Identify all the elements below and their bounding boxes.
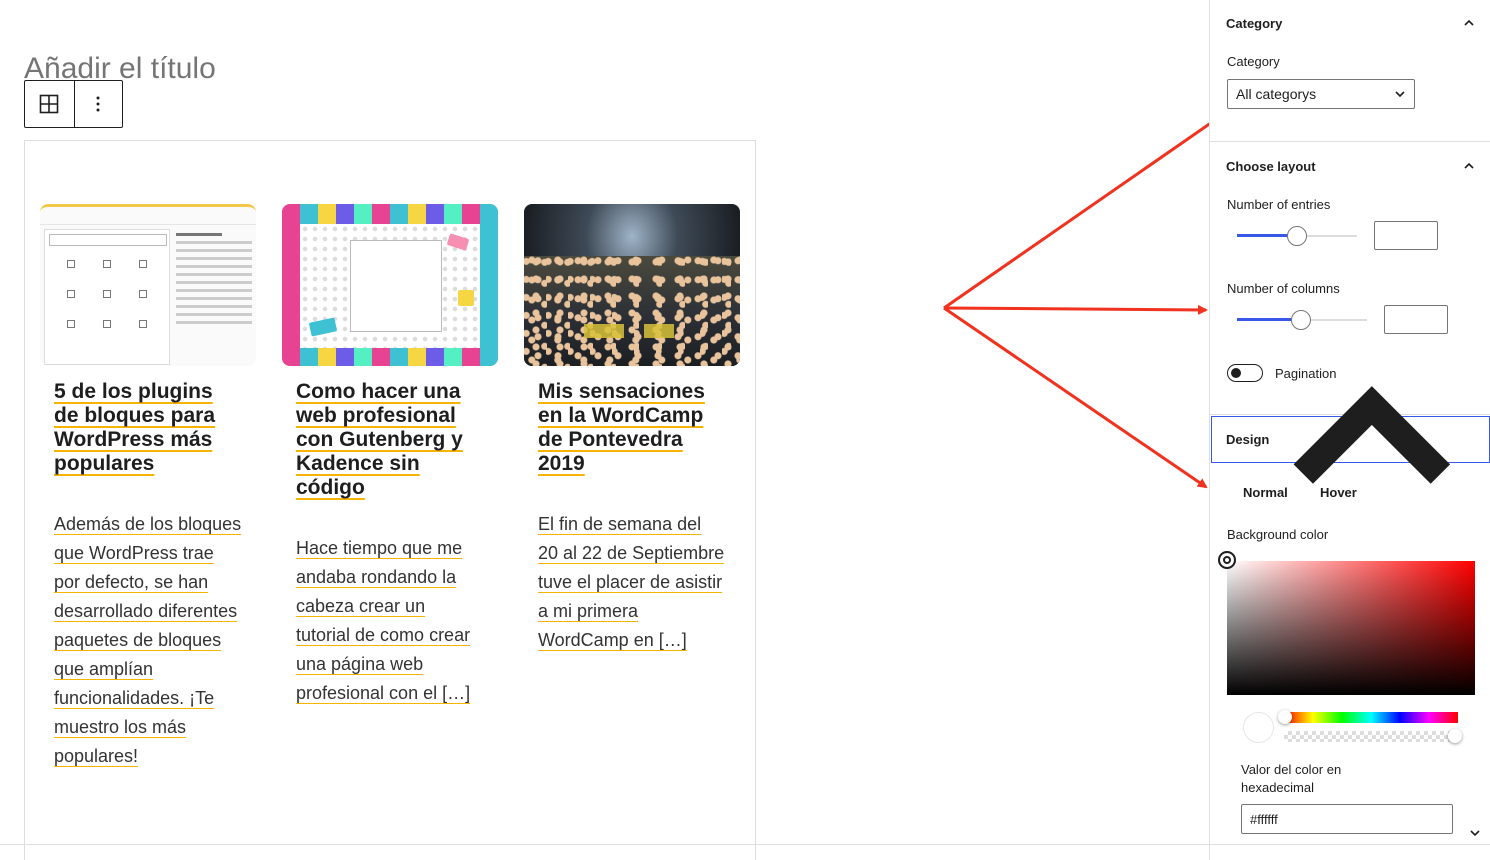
entries-label: Number of entries — [1227, 197, 1331, 212]
post-card[interactable]: Como hacer una web profesional con Guten… — [282, 204, 498, 708]
entries-number-input[interactable] — [1374, 221, 1438, 250]
arrow-to-design — [943, 306, 1208, 489]
post-excerpt[interactable]: El fin de semana del 20 al 22 de Septiem… — [538, 510, 726, 655]
columns-label: Number of columns — [1227, 281, 1340, 296]
category-field-label: Category — [1227, 54, 1280, 69]
layout-panel-toggle[interactable]: Choose layout — [1210, 151, 1490, 181]
post-card[interactable]: Mis sensaciones en la WordCamp de Pontev… — [524, 204, 740, 655]
post-title[interactable]: 5 de los plugins de bloques para WordPre… — [54, 380, 242, 476]
category-panel-title: Category — [1226, 15, 1283, 31]
pagination-toggle[interactable] — [1227, 364, 1263, 382]
arrow-to-category — [943, 116, 1220, 310]
chevron-up-icon — [1464, 19, 1474, 26]
block-toolbar — [24, 80, 123, 128]
hue-slider[interactable] — [1284, 712, 1458, 723]
post-thumbnail[interactable] — [524, 204, 740, 366]
grid-icon — [39, 94, 59, 114]
tab-hover[interactable]: Hover — [1320, 485, 1357, 500]
chevron-up-icon — [1293, 385, 1451, 484]
columns-number-input[interactable] — [1384, 305, 1448, 334]
arrow-to-layout — [943, 304, 1208, 315]
panel-divider — [1210, 141, 1490, 142]
design-panel-title: Design — [1226, 432, 1270, 447]
chevron-down-icon — [1395, 91, 1405, 98]
category-select-value: All categorys — [1236, 86, 1317, 102]
alpha-slider[interactable] — [1284, 731, 1458, 742]
hex-color-input[interactable]: #ffffff — [1241, 804, 1453, 834]
settings-sidebar: Category Category All categorys Choose l… — [1209, 0, 1490, 860]
post-thumbnail[interactable] — [282, 204, 498, 366]
post-excerpt[interactable]: Además de los bloques que WordPress trae… — [54, 510, 242, 771]
block-type-button[interactable] — [25, 81, 74, 127]
entries-slider[interactable] — [1237, 226, 1357, 246]
slider-thumb[interactable] — [1287, 226, 1307, 246]
current-color-swatch — [1243, 712, 1274, 743]
color-picker-cursor[interactable] — [1218, 551, 1236, 569]
post-excerpt[interactable]: Hace tiempo que me andaba rondando la ca… — [296, 534, 484, 708]
post-card[interactable]: 5 de los plugins de bloques para WordPre… — [40, 204, 256, 771]
slider-thumb[interactable] — [1291, 310, 1311, 330]
block-options-button[interactable] — [73, 81, 123, 127]
background-color-label: Background color — [1227, 527, 1329, 542]
category-select[interactable]: All categorys — [1227, 79, 1415, 109]
more-vertical-icon — [96, 96, 100, 112]
category-panel-toggle[interactable]: Category — [1210, 8, 1490, 38]
design-panel-toggle[interactable]: Design — [1211, 385, 1490, 484]
post-title[interactable]: Mis sensaciones en la WordCamp de Pontev… — [538, 380, 726, 476]
color-saturation-picker[interactable] — [1227, 561, 1475, 695]
tab-normal[interactable]: Normal — [1243, 485, 1288, 500]
columns-slider[interactable] — [1237, 310, 1367, 330]
post-thumbnail[interactable] — [40, 204, 256, 366]
post-title[interactable]: Como hacer una web profesional con Guten… — [296, 380, 484, 500]
footer-divider — [0, 844, 1490, 845]
chevron-up-icon — [1464, 162, 1474, 169]
hex-value-label: Valor del color en hexadecimal — [1241, 762, 1342, 795]
chevron-down-icon[interactable] — [1468, 826, 1482, 840]
hue-slider-thumb[interactable] — [1278, 710, 1292, 724]
alpha-slider-thumb[interactable] — [1448, 729, 1462, 743]
layout-panel-title: Choose layout — [1226, 158, 1316, 174]
